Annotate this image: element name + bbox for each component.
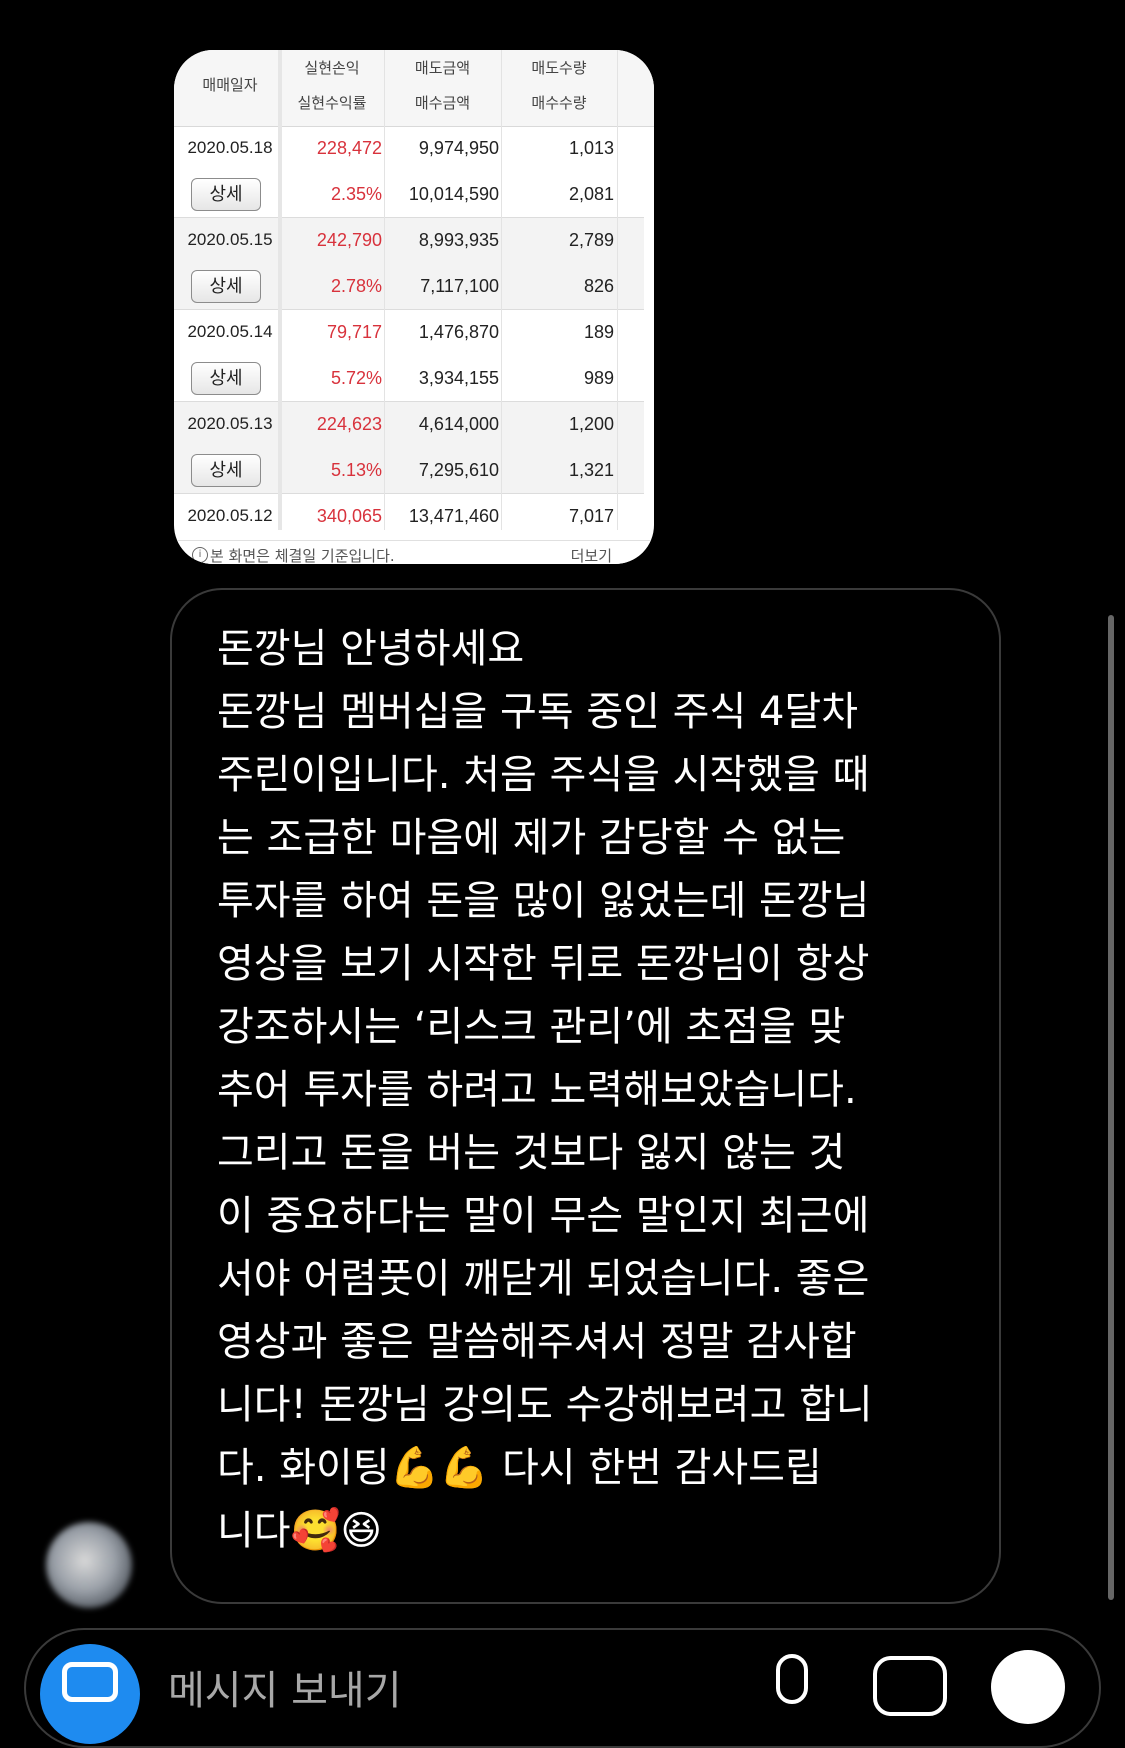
table-row: 2020.05.13 224,623 4,614,000 1,200 상세 5.…	[174, 402, 644, 494]
sell-amount: 4,614,000	[418, 414, 499, 434]
header-date: 매매일자	[202, 76, 258, 94]
table-header: 매매일자 실현손익 실현수익률 매도금액 매수금액 매도수량 매수수량	[174, 50, 654, 127]
message-bubble[interactable]: 돈깡님 안녕하세요 돈깡님 멤버십을 구독 중인 주식 4달차 주린이입니다. …	[170, 588, 1001, 1604]
footer-note: 본 화면은 체결일 기준입니다.	[210, 547, 395, 565]
buy-amount: 3,934,155	[418, 368, 499, 388]
sell-amount: 8,993,935	[418, 230, 499, 250]
buy-amount: 10,014,590	[408, 184, 499, 204]
trade-date: 2020.05.18	[187, 138, 273, 157]
column-divider	[617, 50, 618, 530]
header-buy-amount: 매수금액	[414, 94, 471, 112]
trade-date: 2020.05.12	[187, 506, 273, 525]
message-text: 돈깡님 안녕하세요 돈깡님 멤버십을 구독 중인 주식 4달차 주린이입니다. …	[217, 626, 873, 1554]
camera-button[interactable]	[40, 1644, 140, 1744]
sell-qty: 189	[583, 322, 614, 342]
sell-amount: 13,471,460	[408, 506, 499, 526]
sell-qty: 7,017	[568, 506, 614, 526]
camera-icon	[62, 1662, 118, 1702]
sell-qty: 1,013	[568, 138, 614, 158]
realized-pnl: 242,790	[316, 230, 382, 250]
plus-icon[interactable]	[991, 1650, 1065, 1724]
trade-date: 2020.05.14	[187, 322, 273, 341]
header-buy-qty: 매수수량	[531, 94, 587, 112]
table-row: 2020.05.12 340,065 13,471,460 7,017	[174, 494, 644, 540]
sell-amount: 1,476,870	[418, 322, 499, 342]
table-footer: i 본 화면은 체결일 기준입니다. 더보기	[174, 540, 654, 565]
header-realized-pnl: 실현손익	[304, 59, 360, 77]
microphone-icon[interactable]	[776, 1654, 808, 1704]
table-row: 2020.05.15 242,790 8,993,935 2,789 상세 2.…	[174, 218, 644, 310]
buy-qty: 989	[583, 368, 614, 388]
header-realized-rate: 실현수익률	[297, 94, 367, 112]
buy-amount: 7,295,610	[418, 460, 499, 480]
table-row: 2020.05.18 228,472 9,974,950 1,013 상세 2.…	[174, 126, 644, 218]
realized-pnl: 340,065	[316, 506, 382, 526]
realized-pnl: 228,472	[316, 138, 382, 158]
sell-amount: 9,974,950	[418, 138, 499, 158]
header-sell-qty: 매도수량	[531, 59, 587, 77]
buy-amount: 7,117,100	[420, 276, 499, 296]
realized-rate: 5.13%	[330, 460, 382, 480]
table-row: 2020.05.14 79,717 1,476,870 189 상세 5.72%…	[174, 310, 644, 402]
gallery-icon[interactable]	[873, 1656, 947, 1716]
column-divider	[501, 50, 502, 530]
buy-qty: 1,321	[568, 460, 614, 480]
column-divider	[278, 50, 282, 530]
realized-rate: 5.72%	[330, 368, 382, 388]
column-divider	[384, 50, 385, 530]
realized-pnl: 79,717	[326, 322, 382, 342]
sell-qty: 1,200	[568, 414, 614, 434]
buy-qty: 826	[583, 276, 614, 296]
shared-screenshot[interactable]: 매매일자 실현손익 실현수익률 매도금액 매수금액 매도수량 매수수량 2020…	[171, 47, 657, 567]
scrollbar[interactable]	[1108, 615, 1114, 1600]
buy-qty: 2,081	[568, 184, 614, 204]
trade-date: 2020.05.13	[187, 414, 273, 433]
detail-button[interactable]: 상세	[191, 362, 261, 395]
more-link[interactable]: 더보기	[571, 545, 612, 564]
sell-qty: 2,789	[568, 230, 614, 250]
sender-avatar[interactable]	[46, 1522, 132, 1608]
realized-rate: 2.35%	[330, 184, 382, 204]
realized-pnl: 224,623	[316, 414, 382, 434]
detail-button[interactable]: 상세	[191, 454, 261, 487]
detail-button[interactable]: 상세	[191, 270, 261, 303]
info-icon: i	[192, 547, 208, 563]
header-sell-amount: 매도금액	[414, 59, 471, 77]
realized-rate: 2.78%	[330, 276, 382, 296]
message-input[interactable]: 메시지 보내기	[168, 1658, 402, 1716]
trade-date: 2020.05.15	[187, 230, 273, 249]
detail-button[interactable]: 상세	[191, 178, 261, 211]
